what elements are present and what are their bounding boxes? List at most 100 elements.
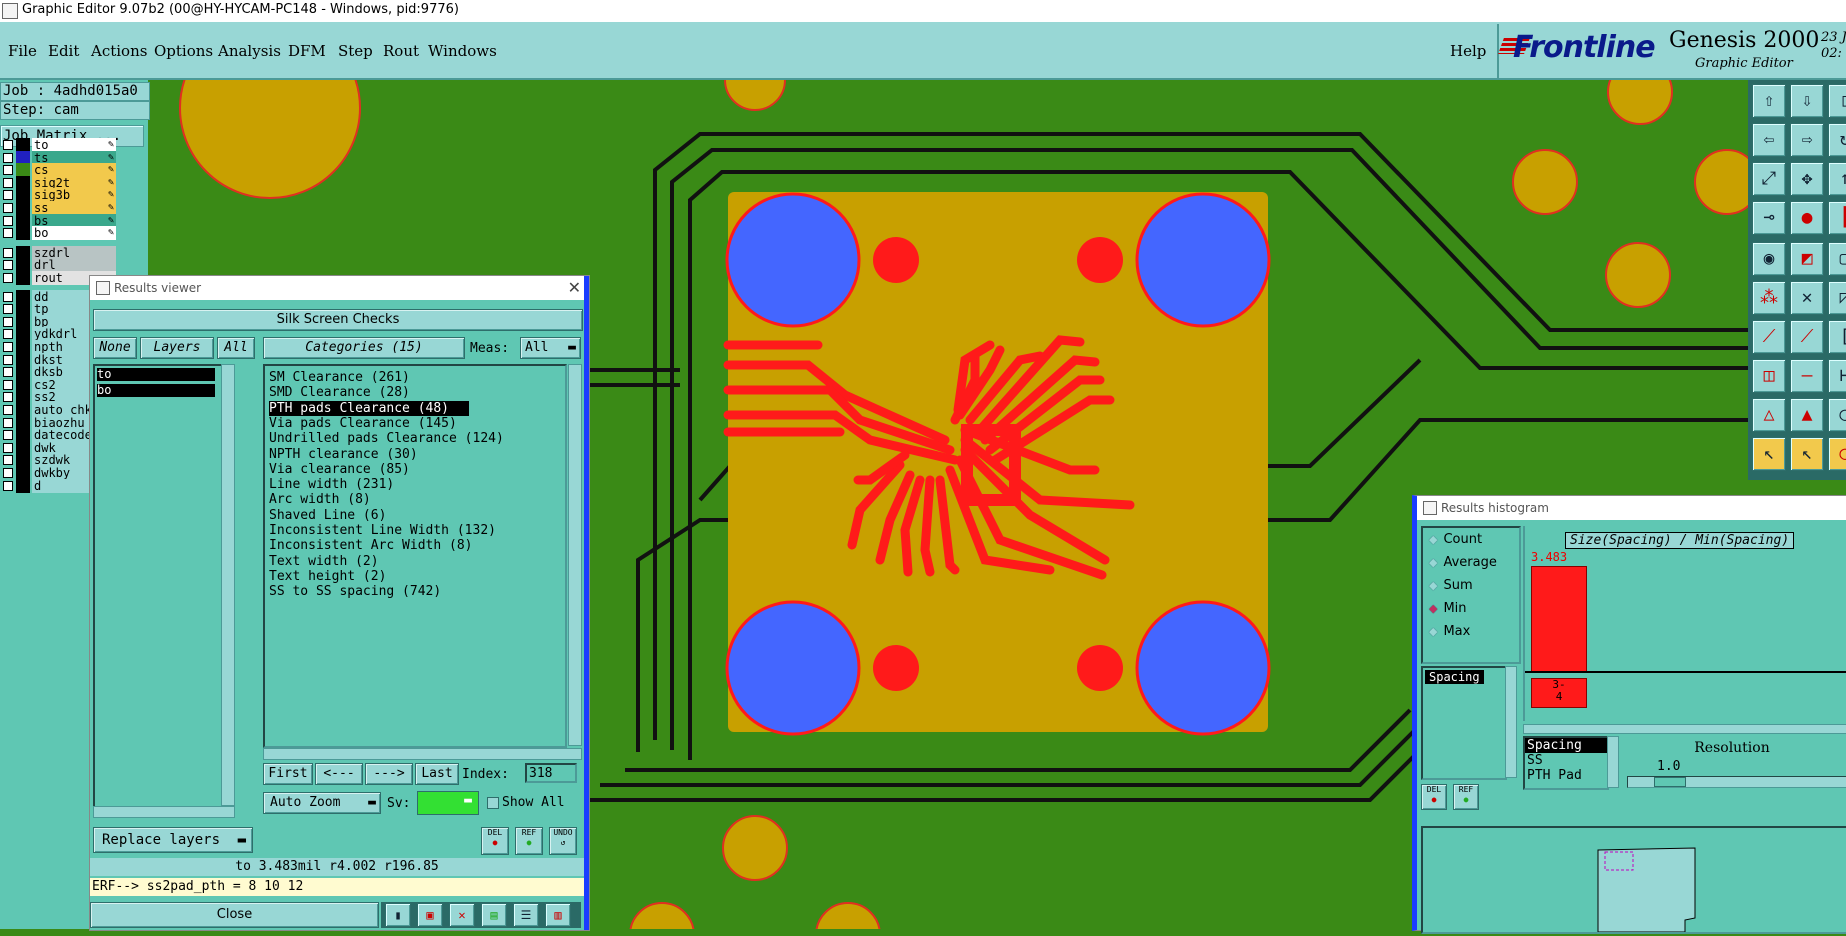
layer-results-list[interactable]: to bo — [93, 364, 223, 808]
menu-help[interactable]: Help — [1450, 42, 1486, 60]
ref-button[interactable]: REF ● — [515, 827, 543, 855]
category-item[interactable]: Text width (2) — [269, 554, 379, 569]
category-item[interactable]: Shaved Line (6) — [269, 508, 386, 523]
measure-type-item[interactable]: SS — [1525, 753, 1607, 768]
meas-dropdown[interactable]: All ▬ — [520, 337, 581, 359]
layer-checkbox[interactable] — [3, 190, 13, 201]
net-icon[interactable]: ⁂ — [1752, 281, 1786, 315]
layer-checkbox[interactable] — [3, 260, 13, 271]
layer-list-scrollbar[interactable] — [221, 364, 235, 806]
show-all-checkbox[interactable] — [487, 797, 499, 809]
results-layer-item[interactable]: bo — [97, 384, 215, 397]
category-item[interactable]: Via clearance (85) — [269, 462, 410, 477]
pan-icon[interactable]: ✥ — [1790, 162, 1824, 196]
menu-windows[interactable]: Windows — [428, 42, 497, 60]
layer-name[interactable]: bo ✎ — [32, 226, 116, 241]
rotate-icon[interactable]: ↻ — [1828, 123, 1846, 157]
resolution-slider-handle[interactable] — [1654, 777, 1686, 787]
layer-checkbox[interactable] — [3, 379, 13, 390]
menu-step[interactable]: Step — [338, 42, 373, 60]
menu-edit[interactable]: Edit — [48, 42, 79, 60]
measure-icon[interactable]: ⊸ — [1752, 201, 1786, 235]
categories-list[interactable]: SM Clearance (261) SMD Clearance (28) PTH … — [263, 364, 567, 748]
layer-checkbox[interactable] — [3, 468, 13, 478]
layer-checkbox[interactable] — [3, 430, 13, 441]
doc-red-icon[interactable]: ▣ — [417, 903, 443, 927]
menu-dfm[interactable]: DFM — [288, 42, 326, 60]
select-pointer-icon[interactable]: ↖ — [1752, 437, 1786, 471]
hist-ref-button[interactable]: REF ● — [1453, 784, 1479, 810]
slope-icon[interactable]: ⟋ — [1752, 320, 1786, 354]
diagonal-icon[interactable]: ⟋ — [1790, 320, 1824, 354]
vbar-icon[interactable]: ⊢ — [1828, 359, 1846, 393]
layer-checkbox[interactable] — [3, 203, 13, 213]
menu-actions[interactable]: Actions — [91, 42, 147, 60]
measure-item-spacing[interactable]: Spacing — [1425, 670, 1484, 684]
measure-type-item[interactable]: Spacing — [1525, 738, 1607, 753]
layer-checkbox[interactable] — [3, 329, 13, 340]
histogram-hscrollbar[interactable] — [1523, 724, 1846, 734]
category-item[interactable]: Text height (2) — [269, 569, 386, 584]
probe-icon[interactable]: ● — [1790, 201, 1824, 235]
replace-layers-dropdown[interactable]: Replace layers ▬ — [93, 827, 253, 853]
layer-checkbox[interactable] — [3, 291, 13, 302]
layer-checkbox[interactable] — [3, 392, 13, 403]
page-icon[interactable]: ▯ — [1828, 84, 1846, 118]
category-item[interactable]: SMD Clearance (28) — [269, 385, 410, 400]
histogram-bar[interactable] — [1531, 566, 1587, 672]
snap-icon[interactable]: ┃ — [1828, 201, 1846, 235]
layer-checkbox[interactable] — [3, 455, 13, 466]
category-item[interactable]: NPTH clearance (30) — [269, 447, 418, 462]
measure-scrollbar[interactable] — [1505, 666, 1517, 778]
undo-button[interactable]: UNDO ↺ — [549, 827, 577, 855]
auto-zoom-dropdown[interactable]: Auto Zoom ▬ — [263, 792, 381, 814]
mode-option-max[interactable]: ◆ Max — [1429, 624, 1470, 639]
doc-cancel-icon[interactable]: ✕ — [449, 903, 475, 927]
category-item[interactable]: Via pads Clearance (145) — [269, 416, 457, 431]
measure-type-item[interactable]: PTH Pad — [1525, 768, 1607, 783]
category-item[interactable]: Arc width (8) — [269, 492, 371, 507]
menu-analysis[interactable]: Analysis — [218, 42, 281, 60]
layer-row-bo[interactable]: bo ✎ — [0, 226, 116, 241]
histogram-icon[interactable]: ▥ — [545, 903, 571, 927]
layer-checkbox[interactable] — [3, 480, 13, 491]
prev-button[interactable]: <--- — [315, 763, 363, 785]
categories-scrollbar[interactable] — [568, 364, 582, 746]
index-input[interactable]: 318 — [525, 763, 577, 783]
layer-checkbox[interactable] — [3, 273, 13, 283]
last-button[interactable]: Last — [415, 763, 459, 785]
next-button[interactable]: ---> — [365, 763, 413, 785]
layer-checkbox[interactable] — [3, 152, 13, 163]
cross-icon[interactable]: ✕ — [1790, 281, 1824, 315]
text-icon[interactable]: ▢ — [1828, 242, 1846, 276]
layer-checkbox[interactable] — [3, 316, 13, 327]
layer-checkbox[interactable] — [3, 304, 13, 315]
node-icon[interactable]: ◫ — [1752, 359, 1786, 393]
results-layer-item[interactable]: to — [97, 368, 215, 381]
layer-color-swatch[interactable] — [16, 271, 30, 285]
radio-diamond-icon[interactable]: ◆ — [1429, 556, 1437, 569]
menu-options[interactable]: Options — [154, 42, 213, 60]
category-item[interactable]: SS to SS spacing (742) — [269, 584, 441, 599]
measure-type-scrollbar[interactable] — [1607, 736, 1619, 788]
hline-icon[interactable]: — — [1790, 359, 1824, 393]
pad-icon[interactable]: ◉ — [1752, 242, 1786, 276]
histogram-bin-label[interactable]: 3- 4 — [1531, 678, 1587, 708]
doc-green-icon[interactable]: ▤ — [481, 903, 507, 927]
move-right-icon[interactable]: ⇨ — [1790, 123, 1824, 157]
del-button[interactable]: DEL ● — [481, 827, 509, 855]
sv-color-dropdown[interactable]: ▬ — [417, 791, 479, 815]
select-all-button[interactable]: All — [217, 337, 255, 359]
category-item[interactable]: Inconsistent Arc Width (8) — [269, 538, 473, 553]
mode-option-count[interactable]: ◆ Count — [1429, 532, 1482, 547]
layer-color-swatch[interactable] — [16, 226, 30, 241]
pointer-icon[interactable]: ↖ — [1790, 437, 1824, 471]
layer-checkbox[interactable] — [3, 140, 13, 150]
zoom-fit-icon[interactable]: ⤢ — [1752, 162, 1786, 196]
layer-checkbox[interactable] — [3, 354, 13, 365]
resolution-slider[interactable] — [1627, 776, 1846, 788]
layer-checkbox[interactable] — [3, 367, 13, 378]
radio-diamond-icon[interactable]: ◆ — [1429, 533, 1437, 546]
bracket-icon[interactable]: [ — [1828, 320, 1846, 354]
layer-list-hscrollbar[interactable] — [93, 806, 235, 818]
